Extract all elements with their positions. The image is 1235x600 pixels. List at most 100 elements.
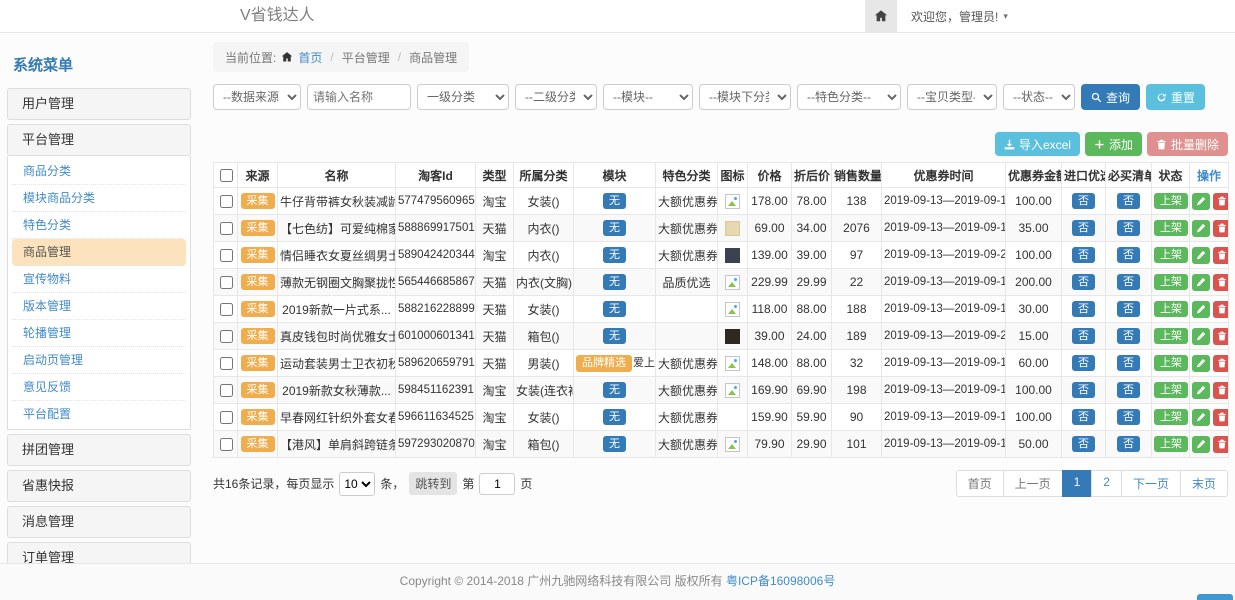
must-buy-toggle[interactable]: 否 [1117, 193, 1140, 210]
level1-category-select[interactable]: 一级分类 [417, 84, 509, 110]
module-select[interactable]: --模块-- [603, 84, 693, 110]
must-buy-toggle[interactable]: 否 [1117, 328, 1140, 345]
import-excel-button[interactable]: 导入excel [995, 132, 1080, 156]
status-badge[interactable]: 上架 [1154, 328, 1188, 345]
import-select-toggle[interactable]: 否 [1072, 247, 1095, 264]
edit-button[interactable] [1192, 193, 1210, 210]
edit-button[interactable] [1192, 274, 1210, 291]
import-select-toggle[interactable]: 否 [1072, 328, 1095, 345]
sidebar-item[interactable]: 商品分类 [12, 158, 186, 185]
delete-button[interactable] [1213, 328, 1229, 345]
must-buy-toggle[interactable]: 否 [1117, 274, 1140, 291]
pager-button[interactable]: 末页 [1180, 470, 1228, 497]
must-buy-toggle[interactable]: 否 [1117, 355, 1140, 372]
delete-button[interactable] [1213, 274, 1229, 291]
name-search-input[interactable] [307, 84, 411, 110]
page-number-input[interactable] [479, 473, 515, 495]
row-checkbox[interactable] [220, 222, 233, 235]
must-buy-toggle[interactable]: 否 [1117, 436, 1140, 453]
edit-button[interactable] [1192, 328, 1210, 345]
must-buy-toggle[interactable]: 否 [1117, 382, 1140, 399]
import-select-toggle[interactable]: 否 [1072, 382, 1095, 399]
must-buy-toggle[interactable]: 否 [1117, 409, 1140, 426]
delete-button[interactable] [1213, 220, 1229, 237]
pager-button[interactable]: 1 [1062, 470, 1093, 497]
feature-category-select[interactable]: --特色分类-- [797, 84, 901, 110]
edit-button[interactable] [1192, 220, 1210, 237]
pager-button[interactable]: 2 [1091, 470, 1122, 497]
sidebar-item[interactable]: 模块商品分类 [12, 185, 186, 212]
sidebar-item[interactable]: 宣传物料 [12, 266, 186, 293]
row-checkbox[interactable] [220, 330, 233, 343]
must-buy-toggle[interactable]: 否 [1117, 247, 1140, 264]
jump-button[interactable]: 跳转到 [409, 472, 457, 495]
edit-button[interactable] [1192, 382, 1210, 399]
batch-delete-button[interactable]: 批量删除 [1147, 132, 1228, 156]
pager-button[interactable]: 首页 [956, 470, 1004, 497]
sidebar-section-header[interactable]: 平台管理 [7, 124, 191, 156]
add-button[interactable]: 添加 [1085, 132, 1142, 156]
sidebar-item[interactable]: 特色分类 [12, 212, 186, 239]
delete-button[interactable] [1213, 409, 1229, 426]
select-all-checkbox[interactable] [220, 169, 233, 182]
status-badge[interactable]: 上架 [1154, 382, 1188, 399]
edit-button[interactable] [1192, 436, 1210, 453]
row-checkbox[interactable] [220, 357, 233, 370]
sidebar-item[interactable]: 启动页管理 [12, 347, 186, 374]
module-subcategory-select[interactable]: --模块下分类-- [699, 84, 791, 110]
delete-button[interactable] [1213, 193, 1229, 210]
row-checkbox[interactable] [220, 411, 233, 424]
sidebar-item[interactable]: 商品管理 [12, 239, 186, 266]
status-badge[interactable]: 上架 [1154, 220, 1188, 237]
search-button[interactable]: 查询 [1081, 84, 1140, 110]
status-select[interactable]: --状态-- [1003, 84, 1075, 110]
sidebar-section-header[interactable]: 用户管理 [7, 88, 191, 120]
edit-button[interactable] [1192, 301, 1210, 318]
sidebar-section-header[interactable]: 省惠快报 [7, 470, 191, 502]
delete-button[interactable] [1213, 301, 1229, 318]
breadcrumb-home-link[interactable]: 首页 [298, 49, 322, 66]
sidebar-item[interactable]: 平台配置 [12, 401, 186, 427]
edit-button[interactable] [1192, 355, 1210, 372]
edit-button[interactable] [1192, 409, 1210, 426]
delete-button[interactable] [1213, 436, 1229, 453]
pager-button[interactable]: 上一页 [1003, 470, 1063, 497]
row-checkbox[interactable] [220, 195, 233, 208]
reset-button[interactable]: 重置 [1146, 84, 1205, 110]
row-checkbox[interactable] [220, 303, 233, 316]
level2-category-select[interactable]: --二级分类-- [515, 84, 597, 110]
row-checkbox[interactable] [220, 276, 233, 289]
import-select-toggle[interactable]: 否 [1072, 409, 1095, 426]
data-source-select[interactable]: --数据来源-- [213, 84, 301, 110]
import-select-toggle[interactable]: 否 [1072, 274, 1095, 291]
sidebar-section-header[interactable]: 拼团管理 [7, 434, 191, 466]
status-badge[interactable]: 上架 [1154, 247, 1188, 264]
must-buy-toggle[interactable]: 否 [1117, 301, 1140, 318]
import-select-toggle[interactable]: 否 [1072, 436, 1095, 453]
sidebar-item[interactable]: 意见反馈 [12, 374, 186, 401]
status-badge[interactable]: 上架 [1154, 193, 1188, 210]
delete-button[interactable] [1213, 247, 1229, 264]
delete-button[interactable] [1213, 382, 1229, 399]
edit-button[interactable] [1192, 247, 1210, 264]
home-button[interactable] [865, 0, 897, 32]
row-checkbox[interactable] [220, 438, 233, 451]
status-badge[interactable]: 上架 [1154, 355, 1188, 372]
import-select-toggle[interactable]: 否 [1072, 193, 1095, 210]
delete-button[interactable] [1213, 355, 1229, 372]
sidebar-item[interactable]: 版本管理 [12, 293, 186, 320]
import-select-toggle[interactable]: 否 [1072, 220, 1095, 237]
user-menu[interactable]: 欢迎您，管理员! ▾ [911, 8, 1008, 25]
import-select-toggle[interactable]: 否 [1072, 355, 1095, 372]
back-to-top-widget[interactable] [1197, 594, 1233, 600]
status-badge[interactable]: 上架 [1154, 274, 1188, 291]
sidebar-item[interactable]: 轮播管理 [12, 320, 186, 347]
row-checkbox[interactable] [220, 384, 233, 397]
item-type-select[interactable]: --宝贝类型-- [907, 84, 997, 110]
import-select-toggle[interactable]: 否 [1072, 301, 1095, 318]
sidebar-section-header[interactable]: 消息管理 [7, 506, 191, 538]
status-badge[interactable]: 上架 [1154, 436, 1188, 453]
per-page-select[interactable]: 10 [339, 472, 375, 496]
pager-button[interactable]: 下一页 [1121, 470, 1181, 497]
status-badge[interactable]: 上架 [1154, 301, 1188, 318]
